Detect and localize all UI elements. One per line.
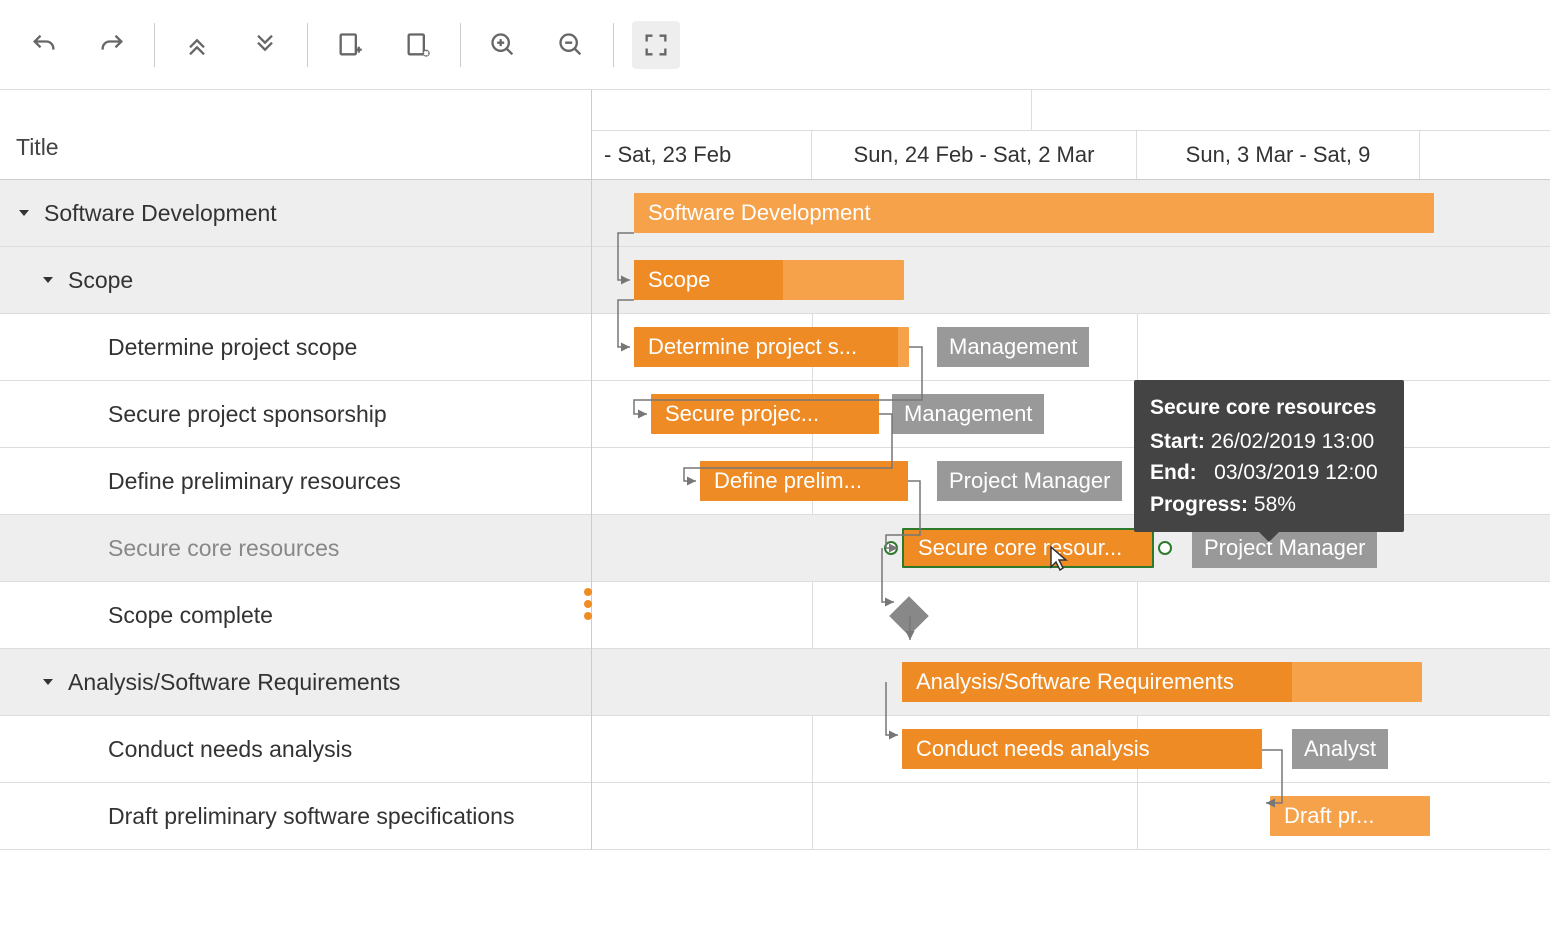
task-title: Scope xyxy=(68,267,133,294)
tooltip-end-value: 03/03/2019 12:00 xyxy=(1214,461,1378,484)
caret-down-icon[interactable] xyxy=(40,267,56,294)
fullscreen-button[interactable] xyxy=(632,21,680,69)
task-row[interactable]: Scope xyxy=(0,247,591,314)
task-tooltip: Secure core resources Start: 26/02/2019 … xyxy=(1134,380,1404,532)
bar-label: Define prelim... xyxy=(714,468,862,494)
task-row[interactable]: Analysis/Software Requirements xyxy=(0,649,591,716)
separator xyxy=(307,23,308,67)
task-row[interactable]: Secure core resources xyxy=(0,515,591,582)
timeline-top xyxy=(592,90,1550,130)
task-row[interactable]: Secure project sponsorship xyxy=(0,381,591,448)
task-row[interactable]: Define preliminary resources xyxy=(0,448,591,515)
toolbar xyxy=(0,0,1550,90)
bar-label: Determine project s... xyxy=(648,334,857,360)
undo-button[interactable] xyxy=(20,21,68,69)
task-bar[interactable]: Define prelim... xyxy=(700,461,908,501)
gantt-row: Conduct needs analysis Analyst xyxy=(592,716,1550,783)
title-column-header[interactable]: Title xyxy=(0,90,592,179)
gantt-row: Secure core resour... Project Manager xyxy=(592,515,1550,582)
bar-label: Scope xyxy=(648,267,710,293)
resource-tag: Management xyxy=(937,327,1089,367)
task-bar[interactable]: Draft pr... xyxy=(1270,796,1430,836)
bar-label: Secure core resour... xyxy=(918,535,1122,561)
date-cell[interactable]: - Sat, 23 Feb xyxy=(592,131,812,179)
delete-task-button[interactable] xyxy=(394,21,442,69)
resource-tag: Management xyxy=(892,394,1044,434)
resource-tag: Project Manager xyxy=(1192,528,1377,568)
gantt-row: Analysis/Software Requirements xyxy=(592,649,1550,716)
gantt-chart: Software Development Scope Determine proje… xyxy=(592,180,1550,850)
tooltip-progress-label: Progress: xyxy=(1150,493,1248,516)
task-row[interactable]: Software Development xyxy=(0,180,591,247)
task-title: Conduct needs analysis xyxy=(108,736,352,763)
caret-down-icon[interactable] xyxy=(40,669,56,696)
timeline-dates: - Sat, 23 Feb Sun, 24 Feb - Sat, 2 Mar S… xyxy=(592,130,1550,179)
task-title: Scope complete xyxy=(108,602,273,629)
separator xyxy=(460,23,461,67)
gantt-row: Scope xyxy=(592,247,1550,314)
timeline-header: - Sat, 23 Feb Sun, 24 Feb - Sat, 2 Mar S… xyxy=(592,90,1550,179)
separator xyxy=(154,23,155,67)
task-bar[interactable]: Determine project s... xyxy=(634,327,909,367)
add-task-button[interactable] xyxy=(326,21,374,69)
separator xyxy=(613,23,614,67)
task-row[interactable]: Draft preliminary software specification… xyxy=(0,783,591,850)
task-list: Software Development Scope Determine proje… xyxy=(0,180,592,850)
redo-button[interactable] xyxy=(88,21,136,69)
gantt-row xyxy=(592,582,1550,649)
tooltip-start-label: Start: xyxy=(1150,430,1205,453)
task-bar[interactable]: Software Development xyxy=(634,193,1434,233)
cursor-icon xyxy=(1048,545,1070,577)
resource-tag: Project Manager xyxy=(937,461,1122,501)
task-title: Software Development xyxy=(44,200,277,227)
collapse-all-button[interactable] xyxy=(173,21,221,69)
bar-label: Secure projec... xyxy=(665,401,819,427)
gantt-row: Define prelim... Project Manager xyxy=(592,448,1550,515)
task-title: Define preliminary resources xyxy=(108,468,401,495)
gantt-row: Determine project s... Management xyxy=(592,314,1550,381)
link-handle-right[interactable] xyxy=(1158,541,1172,555)
date-cell[interactable]: Sun, 3 Mar - Sat, 9 xyxy=(1137,131,1420,179)
header-row: Title - Sat, 23 Feb Sun, 24 Feb - Sat, 2… xyxy=(0,90,1550,180)
tooltip-end-label: End: xyxy=(1150,461,1197,484)
bar-label: Conduct needs analysis xyxy=(916,736,1150,762)
task-bar[interactable]: Secure projec... xyxy=(651,394,879,434)
task-bar[interactable]: Secure core resour... xyxy=(902,528,1154,568)
task-row[interactable]: Determine project scope xyxy=(0,314,591,381)
tooltip-start-value: 26/02/2019 13:00 xyxy=(1211,430,1375,453)
task-title: Analysis/Software Requirements xyxy=(68,669,400,696)
task-title: Secure project sponsorship xyxy=(108,401,387,428)
caret-down-icon[interactable] xyxy=(16,200,32,227)
task-bar[interactable]: Analysis/Software Requirements xyxy=(902,662,1422,702)
column-resize-handle[interactable] xyxy=(584,588,592,620)
gantt-row: Software Development xyxy=(592,180,1550,247)
bar-label: Software Development xyxy=(648,200,871,226)
bar-label: Analysis/Software Requirements xyxy=(916,669,1234,695)
tooltip-title: Secure core resources xyxy=(1150,392,1388,424)
resource-tag: Analyst xyxy=(1292,729,1388,769)
expand-all-button[interactable] xyxy=(241,21,289,69)
task-title: Determine project scope xyxy=(108,334,357,361)
task-title: Secure core resources xyxy=(108,535,339,562)
link-handle-left[interactable] xyxy=(884,541,898,555)
task-row[interactable]: Conduct needs analysis xyxy=(0,716,591,783)
tooltip-progress-value: 58% xyxy=(1254,493,1296,516)
milestone-marker[interactable] xyxy=(889,596,929,636)
task-bar[interactable]: Scope xyxy=(634,260,904,300)
zoom-out-button[interactable] xyxy=(547,21,595,69)
gantt-row: Draft pr... xyxy=(592,783,1550,850)
date-cell[interactable]: Sun, 24 Feb - Sat, 2 Mar xyxy=(812,131,1137,179)
task-row[interactable]: Scope complete xyxy=(0,582,591,649)
zoom-in-button[interactable] xyxy=(479,21,527,69)
task-bar[interactable]: Conduct needs analysis xyxy=(902,729,1262,769)
bar-label: Draft pr... xyxy=(1284,803,1374,829)
task-title: Draft preliminary software specification… xyxy=(108,803,514,830)
gantt-row: Secure projec... Management xyxy=(592,381,1550,448)
